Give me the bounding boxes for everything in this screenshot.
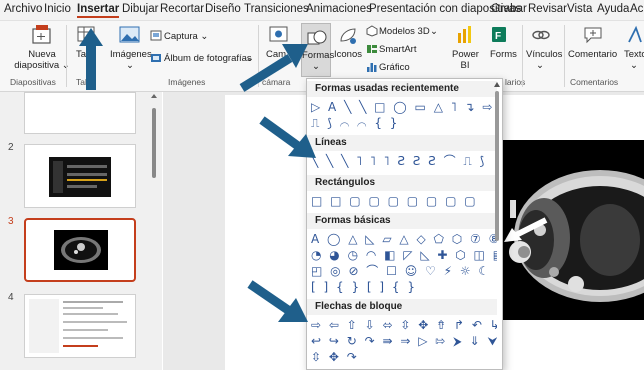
slide-number-3: 3 [8, 216, 14, 227]
links-button[interactable] [530, 25, 552, 45]
basic-shapes-row-1[interactable]: A ◯ △ ◺ ▱ △ ◇ ⬠ ⬡ ⑦ ⑧ ⑩ [311, 231, 497, 247]
links-chevron-icon: ⌄ [536, 60, 544, 71]
basic-shapes-row-3[interactable]: ◰ ◎ ⊘ ⌒ ☐ ☺ ♡ ⚡ ☼ ☾ ☁ ⌒ [311, 263, 497, 279]
group-diapositivas: Diapositivas [10, 77, 56, 87]
smartart-icon [366, 43, 378, 55]
blue-arrow-formas-icon [239, 44, 308, 92]
group-imagenes: Imágenes [168, 77, 206, 87]
icons-label: Iconos [334, 49, 362, 60]
tab-ac[interactable]: Ac [630, 3, 643, 15]
menu-bar: Archivo Inicio Insertar Dibujar Recortar… [0, 0, 644, 21]
section-rectangles: Rectángulos [315, 177, 376, 188]
group-separator [522, 25, 523, 87]
section-block-arrows: Flechas de bloque [315, 301, 403, 312]
group-separator [564, 25, 565, 87]
links-label: Vínculos [526, 49, 563, 60]
tab-diseno[interactable]: Diseño [205, 3, 241, 15]
blue-arrow-flechas-icon [247, 280, 308, 322]
comment-label: Comentario [568, 49, 618, 60]
slide-2-preview [49, 157, 111, 197]
comment-icon [584, 27, 602, 44]
slide-number-4: 4 [8, 292, 14, 303]
slide-thumbnail-1[interactable] [24, 92, 136, 134]
dropdown-scrollbar[interactable] [494, 79, 500, 369]
tab-animaciones[interactable]: Animaciones [306, 3, 372, 15]
slide-3-preview [54, 230, 108, 270]
slide-thumbnail-pane: 2 3 4 [0, 92, 162, 370]
tab-vista[interactable]: Vista [567, 3, 592, 15]
shapes-dropdown: Formas usadas recientemente ▷ A ╲ ╲ □ ◯ … [306, 78, 503, 370]
slide-thumbnail-2[interactable] [24, 144, 136, 208]
tab-insertar[interactable]: Insertar [77, 3, 120, 18]
power-bi-label-2: BI [460, 60, 470, 71]
text-label: Texto [624, 49, 644, 60]
tab-recortar[interactable]: Recortar [160, 3, 204, 15]
new-slide-label-2: diapositiva ⌄ [14, 60, 70, 71]
basic-shapes-row-2[interactable]: ◔ ◕ ◷ ◠ ◧ ◸ ◺ ✚ ⬡ ◫ ▤ [311, 247, 497, 263]
power-bi-icon [458, 26, 471, 43]
new-slide-button[interactable] [30, 24, 54, 46]
white-arrow-icon [504, 217, 548, 242]
comment-button[interactable] [583, 25, 605, 45]
smartart-button[interactable]: SmartArt [379, 44, 416, 55]
group-separator [66, 25, 67, 87]
block-arrows-row-2[interactable]: ↩ ↪ ↻ ↷ ⇛ ⇒ ▷ ⇰ ⮞ ⇓ ⮟ ⇮ [311, 333, 497, 349]
tab-grabar[interactable]: Grabar [491, 3, 527, 15]
slide-thumbnail-3[interactable] [24, 218, 136, 282]
section-basic-shapes: Formas básicas [315, 215, 391, 226]
tab-revisar[interactable]: Revisar [528, 3, 567, 15]
text-button[interactable] [626, 25, 644, 45]
tab-inicio[interactable]: Inicio [44, 3, 71, 15]
3d-models-icon [366, 25, 378, 37]
screenshot-icon [150, 30, 162, 42]
blue-arrow-lineas-icon [259, 116, 316, 158]
section-lines: Líneas [315, 137, 347, 148]
blue-arrow-up-icon [79, 28, 103, 90]
icons-icon [340, 28, 356, 44]
text-icon [628, 25, 642, 43]
forms-button[interactable]: F [490, 25, 510, 45]
3d-models-chevron-icon: ⌄ [430, 26, 438, 37]
slide-4-preview [29, 299, 127, 353]
recent-shapes-row-1[interactable]: ▷ A ╲ ╲ □ ◯ ▭ △ ˥ ↴ ⇨ ⇩ [311, 99, 497, 115]
svg-text:F: F [495, 31, 501, 42]
images-button[interactable] [118, 25, 142, 45]
thumbnail-scrollbar[interactable] [151, 94, 157, 370]
text-chevron-icon: ⌄ [630, 60, 638, 71]
power-bi-label: Power [452, 49, 479, 60]
section-recent-shapes: Formas usadas recientemente [315, 83, 459, 94]
screenshot-button[interactable]: Captura ⌄ [164, 31, 208, 42]
tab-dibujar[interactable]: Dibujar [122, 3, 158, 15]
link-icon [532, 30, 550, 40]
images-chevron-icon: ⌄ [126, 60, 134, 71]
new-slide-label: Nueva [28, 49, 56, 60]
power-bi-button[interactable] [456, 25, 474, 45]
chart-icon [366, 61, 378, 73]
tab-archivo[interactable]: Archivo [4, 3, 42, 15]
slide-thumbnail-4[interactable] [24, 294, 136, 358]
block-arrows-row-3[interactable]: ⇳ ✥ ↷ [311, 349, 497, 365]
images-label: Imágenes [110, 49, 152, 60]
tab-transiciones[interactable]: Transiciones [244, 3, 309, 15]
icons-button[interactable] [337, 25, 359, 47]
3d-models-button[interactable]: Modelos 3D [379, 26, 430, 37]
recent-shapes-row-2[interactable]: ⎍ ⟆ ⌒ ⌒ { } [311, 115, 497, 131]
block-arrows-row-1[interactable]: ⇨ ⇦ ⇧ ⇩ ⬄ ⇳ ✥ ⇮ ↱ ↶ ↳ ↲ [311, 317, 497, 333]
basic-shapes-row-4[interactable]: [ ] { } [ ] { } [311, 279, 497, 295]
picture-icon [119, 26, 140, 43]
photo-album-icon [150, 52, 162, 64]
group-comentarios: Comentarios [570, 77, 619, 87]
new-slide-icon [32, 25, 51, 44]
lines-row[interactable]: ╲ ╲ ╲ ˥ ˥ ˥ Ƨ Ƨ Ƨ ⌒ ⎍ ⟆ [311, 153, 497, 169]
rectangles-row[interactable]: □ □ ▢ ▢ ▢ ▢ ▢ ▢ ▢ [311, 193, 497, 209]
slide-number-2: 2 [8, 142, 14, 153]
chart-button[interactable]: Gráfico [379, 62, 410, 73]
forms-label: Forms [490, 49, 517, 60]
forms-icon: F [492, 27, 506, 42]
tab-ayuda[interactable]: Ayuda [597, 3, 629, 15]
